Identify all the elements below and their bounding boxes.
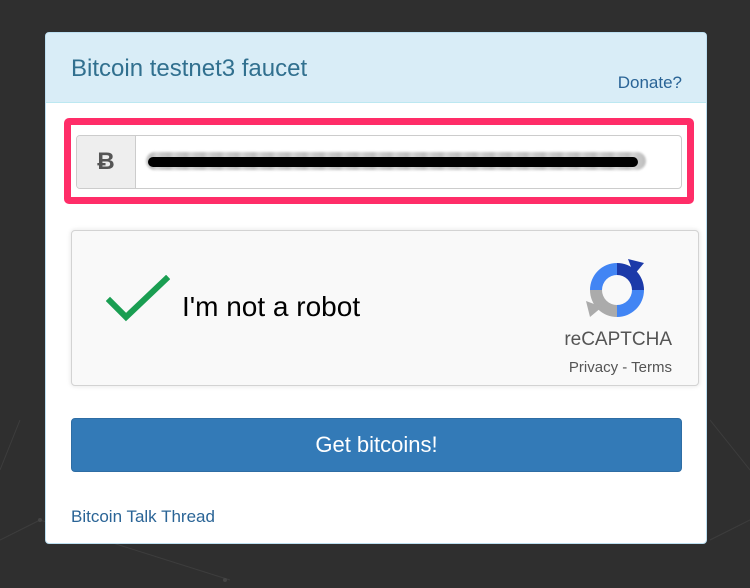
donate-link[interactable]: Donate? <box>618 73 682 93</box>
terms-link[interactable]: Terms <box>631 359 672 376</box>
bitcoin-talk-thread-link[interactable]: Bitcoin Talk Thread <box>71 507 215 527</box>
panel-heading: Bitcoin testnet3 faucet Donate? <box>46 33 706 103</box>
recaptcha-widget: I'm not a robot reCAPTCHA Privacy - Term… <box>71 230 699 386</box>
bitcoin-icon: Ƀ <box>77 136 136 188</box>
get-bitcoins-button[interactable]: Get bitcoins! <box>71 418 682 472</box>
links-separator: - <box>618 359 632 376</box>
captcha-label: I'm not a robot <box>182 291 361 322</box>
recaptcha-links: Privacy - Terms <box>569 359 672 376</box>
address-input-group: Ƀ <box>76 135 682 189</box>
recaptcha-logo-icon <box>586 259 644 317</box>
address-field-wrapper[interactable] <box>136 136 681 188</box>
redaction-bar <box>148 157 638 167</box>
page-title: Bitcoin testnet3 faucet <box>71 55 308 82</box>
privacy-link[interactable]: Privacy <box>569 359 618 376</box>
recaptcha-brand: reCAPTCHA <box>564 329 672 350</box>
checkmark-icon[interactable] <box>106 275 170 325</box>
